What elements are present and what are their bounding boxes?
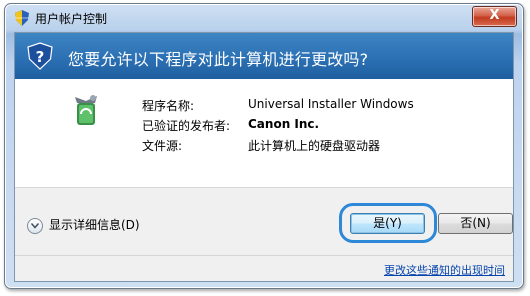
question-shield-icon: ? — [27, 42, 53, 70]
file-origin-value: 此计算机上的硬盘驱动器 — [248, 139, 381, 153]
no-button[interactable]: 否(N) — [438, 213, 513, 234]
show-details-label: 显示详细信息(D) — [49, 218, 140, 232]
svg-text:?: ? — [36, 48, 45, 66]
program-info-panel: 程序名称: Universal Installer Windows 已验证的发布… — [15, 79, 513, 188]
chevron-down-icon — [27, 217, 43, 234]
program-name-value: Universal Installer Windows — [248, 97, 414, 111]
publisher-label: 已验证的发布者: — [142, 119, 231, 133]
close-icon: X — [489, 8, 500, 23]
uac-dialog: 用户帐户控制 X ? 您要允许以下程序对此计算机进行更改吗? 程序名称: Uni… — [4, 3, 524, 289]
question-text: 您要允许以下程序对此计算机进行更改吗? — [68, 50, 369, 69]
footer-divider — [15, 255, 513, 256]
title-bar: 用户帐户控制 X — [5, 4, 523, 32]
file-origin-label: 文件源: — [142, 139, 183, 153]
notification-settings-link[interactable]: 更改这些通知的出现时间 — [384, 262, 505, 278]
shield-icon — [15, 10, 29, 26]
show-details-toggle[interactable]: 显示详细信息(D) — [27, 216, 140, 234]
close-button[interactable]: X — [472, 6, 517, 27]
dialog-content: ? 您要允许以下程序对此计算机进行更改吗? 程序名称: Universal In… — [14, 32, 514, 282]
window-title: 用户帐户控制 — [35, 12, 108, 26]
question-banner: ? 您要允许以下程序对此计算机进行更改吗? — [15, 33, 513, 79]
publisher-value: Canon Inc. — [248, 117, 320, 131]
installer-app-icon — [71, 93, 101, 127]
program-name-label: 程序名称: — [142, 99, 195, 113]
yes-button[interactable]: 是(Y) — [350, 213, 425, 234]
